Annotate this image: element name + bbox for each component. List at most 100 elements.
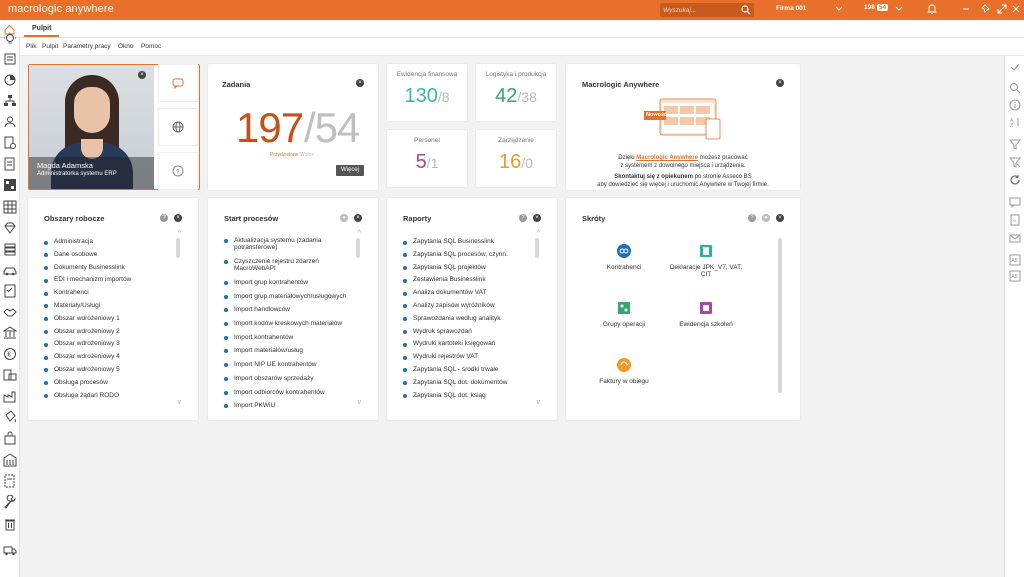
list-item[interactable]: Import NIP UE kontrahentów xyxy=(224,360,350,374)
list-item[interactable]: Czyszczenie rejestru zdarzeń MacroWebAPI xyxy=(224,257,350,278)
stat-personnel[interactable]: Personel 5/1 xyxy=(387,130,467,187)
chart-icon[interactable] xyxy=(3,73,17,87)
list-item[interactable]: Obszar wdrożeniowy 3 xyxy=(44,338,131,351)
shortcut-grupy-operacji[interactable]: Grupy operacji xyxy=(584,301,664,328)
shortcut-ewidencja-szkolen[interactable]: Ewidencja szkoleń xyxy=(666,301,746,328)
company-selector[interactable]: Firma 001 xyxy=(776,5,806,12)
scrollbar[interactable] xyxy=(535,238,539,258)
globe-button[interactable] xyxy=(159,109,197,145)
menu-pomoc[interactable]: Pomoc xyxy=(141,43,161,50)
list-item[interactable]: Import kontrahentów xyxy=(224,333,350,347)
list-item[interactable]: Import grup materiałowych/usługowych xyxy=(224,292,350,306)
hierarchy-icon[interactable] xyxy=(3,94,17,108)
scroll-up-icon[interactable]: ^ xyxy=(178,230,181,237)
scroll-up-icon[interactable]: ^ xyxy=(358,230,361,237)
minimize-icon[interactable] xyxy=(960,3,972,15)
shopping-bag-icon[interactable] xyxy=(3,431,17,445)
pin-icon[interactable] xyxy=(980,3,992,15)
list-item[interactable]: Zapytania SQL - środki trwałe xyxy=(403,364,508,377)
car-icon[interactable] xyxy=(3,263,17,277)
chevron-down-icon[interactable] xyxy=(835,4,843,12)
list-item[interactable]: Obszar wdrożeniowy 4 xyxy=(44,351,131,364)
grid-doc-icon[interactable] xyxy=(3,178,17,192)
list-item[interactable]: Dane osobowe xyxy=(44,249,131,262)
scroll-down-icon[interactable]: v xyxy=(358,399,362,406)
document-icon[interactable] xyxy=(3,157,17,171)
ab-box-icon[interactable]: AB xyxy=(1009,270,1021,282)
scrollbar[interactable] xyxy=(778,238,782,393)
menu-plik[interactable]: Plik xyxy=(26,43,36,50)
magnifier-icon[interactable] xyxy=(1009,82,1021,94)
truck-icon[interactable] xyxy=(3,543,17,557)
settings-icon[interactable]: ● xyxy=(340,214,348,222)
list-item[interactable]: Zapytania SQL dot. ksiąg xyxy=(403,390,508,403)
list-item[interactable]: Import kodów kreskowych materiałów xyxy=(224,319,350,333)
list-item[interactable]: Analiza dokumentów VAT xyxy=(403,287,508,300)
list-item[interactable]: Wydruk sprawozdań xyxy=(403,326,508,339)
more-button[interactable]: Więcej xyxy=(335,165,364,176)
list-item[interactable]: Import grup kontrahentów xyxy=(224,278,350,292)
list-item[interactable]: Obsługa procesów xyxy=(44,377,131,390)
help-icon[interactable]: ? xyxy=(748,214,756,222)
list-item[interactable]: Obsługa żądań RODO xyxy=(44,390,131,403)
scroll-down-icon[interactable]: v xyxy=(178,399,182,406)
close-icon[interactable]: × xyxy=(354,214,362,222)
list-item[interactable]: Analizy zapisów wyróżników xyxy=(403,300,508,313)
table-icon[interactable] xyxy=(3,200,17,214)
close-icon[interactable]: × xyxy=(174,214,182,222)
building-icon[interactable] xyxy=(3,453,17,467)
paint-bucket-icon[interactable] xyxy=(3,410,17,424)
tab-pulpit[interactable]: Pulpit xyxy=(24,20,60,37)
tasks-total-count[interactable]: /54 xyxy=(304,104,360,152)
search-box[interactable] xyxy=(660,3,754,17)
list-item[interactable]: Import odbiorców kontrahentów xyxy=(224,388,350,402)
shortcut-kontrahenci[interactable]: Kontrahenci xyxy=(584,244,664,271)
diamond-icon[interactable] xyxy=(3,221,17,235)
list-item[interactable]: Wydruki kartoteki księgowań xyxy=(403,338,508,351)
wrench-icon[interactable] xyxy=(3,495,17,509)
search-icon[interactable] xyxy=(741,5,751,15)
search-input[interactable] xyxy=(663,4,738,16)
list-item[interactable]: Zapytania SQL dot. dokumentów xyxy=(403,377,508,390)
factory-doc-icon[interactable] xyxy=(3,368,17,382)
tasks-assigned-count[interactable]: 197 xyxy=(236,104,304,152)
scroll-up-icon[interactable]: ^ xyxy=(537,230,540,237)
list-item[interactable]: Administracja xyxy=(44,236,131,249)
list-item[interactable]: Zapytania SQL Businesslink xyxy=(403,236,508,249)
people-icon[interactable] xyxy=(3,115,17,129)
list-item[interactable]: Zestawienia Businesslink xyxy=(403,274,508,287)
close-icon[interactable]: × xyxy=(356,79,364,87)
list-item[interactable]: Aktualizacja systemu (zadania potransfer… xyxy=(224,236,350,257)
list-item[interactable]: Sprawozdania według analityk xyxy=(403,313,508,326)
stat-finance[interactable]: Ewidencja finansowa 130/8 xyxy=(387,64,467,121)
factory-icon[interactable] xyxy=(3,389,17,403)
comments-icon[interactable] xyxy=(1009,196,1021,208)
info-icon[interactable] xyxy=(1009,99,1021,111)
help-button[interactable]: ? xyxy=(159,153,197,189)
list-item[interactable]: Zapytania SQL projektów xyxy=(403,262,508,275)
close-icon[interactable]: × xyxy=(533,214,541,222)
list-item[interactable]: Materiały/Usługi xyxy=(44,300,131,313)
list-item[interactable]: Dokumenty Businesslink xyxy=(44,262,131,275)
scrollbar[interactable] xyxy=(176,238,180,258)
menu-okno[interactable]: Okno xyxy=(118,43,134,50)
filter-clear-icon[interactable] xyxy=(1009,156,1021,168)
list-item[interactable]: EDI i mechanizm importów xyxy=(44,274,131,287)
ab-icon[interactable]: AB xyxy=(1009,254,1021,266)
list-item[interactable]: Import PKWiU xyxy=(224,401,350,415)
scrollbar[interactable] xyxy=(356,238,360,258)
menu-parametry-pracy[interactable]: Parametry pracy xyxy=(63,43,111,50)
checklist-icon[interactable] xyxy=(3,284,17,298)
help-icon[interactable]: ? xyxy=(160,214,168,222)
settings-doc-icon[interactable] xyxy=(3,136,17,150)
filter-icon[interactable] xyxy=(1009,138,1021,150)
bank-icon[interactable] xyxy=(3,326,17,340)
close-icon[interactable] xyxy=(1010,3,1022,15)
refresh-icon[interactable] xyxy=(1009,174,1021,186)
sort-az-icon[interactable]: AZ xyxy=(1009,116,1021,128)
list-item[interactable]: Zapytania SQL procesów, czynn. xyxy=(403,249,508,262)
bell-icon[interactable] xyxy=(926,3,938,15)
list-item[interactable]: Kontrahenci xyxy=(44,287,131,300)
stack-icon[interactable] xyxy=(3,242,17,256)
list-item[interactable]: Obszar wdrożeniowy 2 xyxy=(44,326,131,339)
